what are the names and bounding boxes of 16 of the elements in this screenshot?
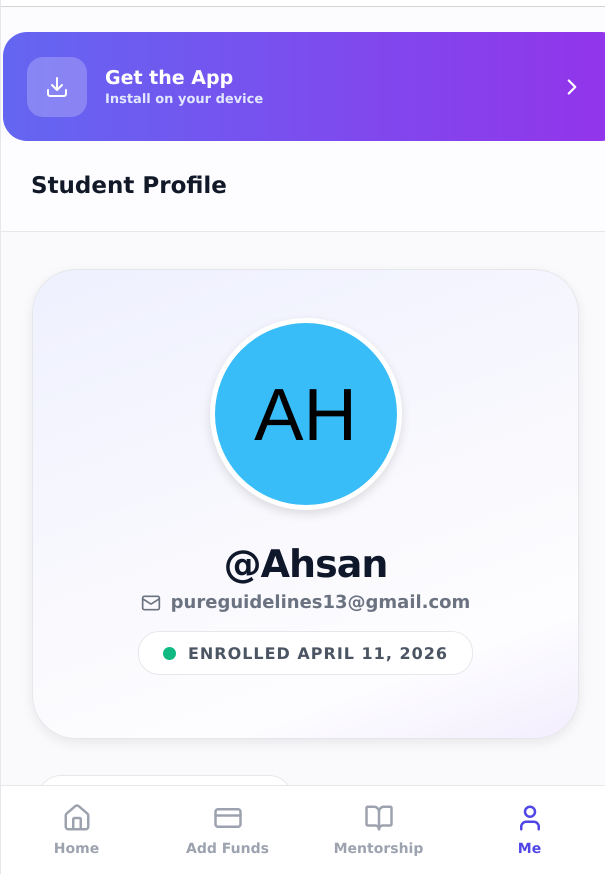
nav-tab[interactable]: Mentorship [303,786,454,874]
username: @Ahsan [224,542,388,586]
get-app-banner[interactable]: Get the App Install on your device [3,32,605,141]
page-title: Student Profile [31,173,227,199]
email-address: pureguidelines13@gmail.com [170,592,470,613]
nav-tab[interactable]: Add Funds [152,786,303,874]
mail-icon [140,592,161,612]
home-icon [62,803,92,833]
banner-title: Get the App [105,66,234,88]
enrolled-date: ENROLLED APRIL 11, 2026 [188,644,448,662]
nav-tab[interactable]: Home [1,786,152,874]
banner-subtitle: Install on your device [105,92,264,106]
book-icon [364,803,394,833]
avatar-initials: AH [210,318,402,510]
nav-tab[interactable]: Me [454,786,605,874]
download-icon [27,56,87,116]
